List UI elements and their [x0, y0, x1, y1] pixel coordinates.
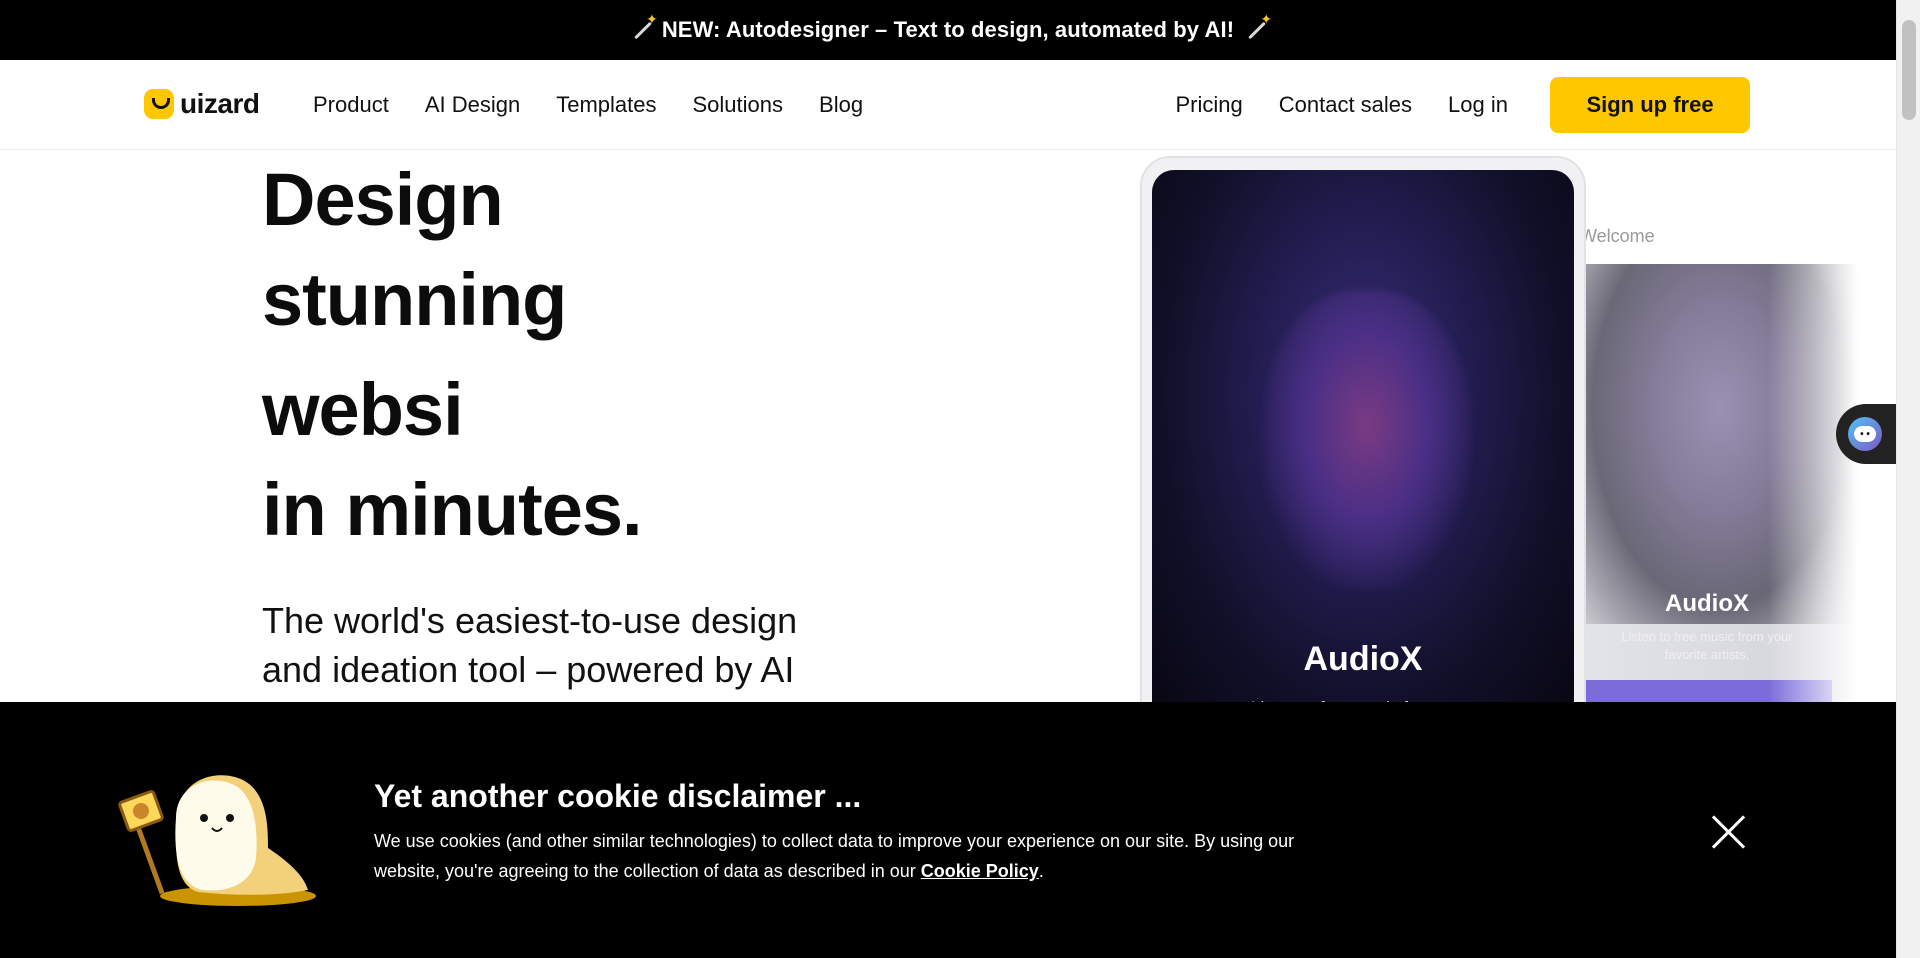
back-phone-mockup: AudioX Listen to free music from your fa… [1582, 264, 1858, 704]
nav-ai-design[interactable]: AI Design [425, 92, 520, 118]
nav-log-in[interactable]: Log in [1448, 92, 1508, 118]
dancer-image [1262, 290, 1472, 590]
hero-title-line: stunning [262, 258, 567, 341]
logo-text: uizard [180, 88, 260, 119]
magic-wand-icon [1242, 11, 1272, 43]
cookie-text: We use cookies (and other similar techno… [374, 826, 1334, 886]
page-scrollbar[interactable] [1896, 0, 1920, 958]
primary-nav: Product AI Design Templates Solutions Bl… [313, 60, 863, 150]
announcement-text: NEW: Autodesigner – Text to design, auto… [661, 17, 1235, 42]
cookie-policy-link[interactable]: Cookie Policy [921, 861, 1039, 881]
nav-templates[interactable]: Templates [556, 92, 656, 118]
cookie-title: Yet another cookie disclaimer ... [374, 778, 862, 814]
robot-icon: • • [1848, 417, 1882, 451]
announcement-bar[interactable]: NEW: Autodesigner – Text to design, auto… [0, 0, 1896, 60]
chat-widget-button[interactable]: • • [1836, 404, 1896, 464]
nav-product[interactable]: Product [313, 92, 389, 118]
cookie-body: We use cookies (and other similar techno… [374, 831, 1295, 881]
cookie-trailing: . [1038, 861, 1044, 881]
hero-subtitle-line: The world's easiest-to-use design [262, 600, 798, 641]
top-navigation: uizard Product AI Design Templates Solut… [0, 60, 1896, 150]
nav-pricing[interactable]: Pricing [1176, 92, 1243, 118]
front-app-title: AudioX [1303, 640, 1423, 678]
nav-blog[interactable]: Blog [819, 92, 863, 118]
logo[interactable]: uizard [144, 88, 260, 120]
secondary-nav: Pricing Contact sales Log in Sign up fre… [1176, 60, 1750, 150]
hero-subtitle: The world's easiest-to-use design and id… [262, 596, 882, 694]
phone-screen: AudioX Listen to free music from your [1152, 170, 1574, 730]
hero-title-line: Design [262, 158, 504, 241]
uizard-logo-icon [144, 89, 174, 119]
seal-mascot-icon [118, 775, 316, 906]
nav-contact-sales[interactable]: Contact sales [1279, 92, 1412, 118]
hero-title-line: in minutes. [262, 468, 643, 551]
magic-wand-icon [628, 11, 658, 43]
cookie-banner: Yet another cookie disclaimer ... We use… [0, 702, 1896, 958]
close-icon[interactable] [1710, 812, 1748, 850]
scrollbar-thumb[interactable] [1902, 20, 1916, 120]
fade-overlay [1768, 264, 1858, 704]
welcome-label: Welcome [1580, 226, 1655, 246]
hero-title: Design stunning websi in minutes. [262, 150, 643, 560]
hero-subtitle-line: and ideation tool – powered by AI [262, 649, 795, 690]
sign-up-button[interactable]: Sign up free [1550, 77, 1750, 133]
hero-title-line: websi [262, 368, 464, 451]
nav-solutions[interactable]: Solutions [693, 92, 784, 118]
front-phone-mockup: AudioX Listen to free music from your [1140, 156, 1586, 730]
